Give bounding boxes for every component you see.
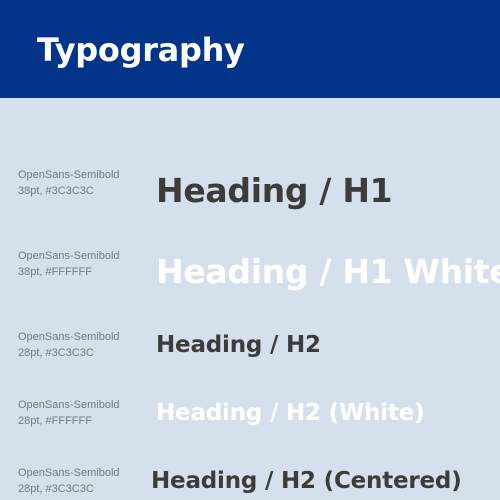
heading-h2-white-sample: Heading / H2 (White) (156, 400, 425, 426)
type-spec-font: OpenSans-Semibold (18, 250, 120, 262)
type-spec-font: OpenSans-Semibold (18, 331, 120, 343)
type-spec-font: OpenSans-Semibold (18, 467, 120, 479)
type-spec-h2: OpenSans-Semibold 28pt, #3C3C3C (18, 329, 120, 361)
type-spec-detail: 38pt, #3C3C3C (18, 185, 94, 197)
type-spec-h2-white: OpenSans-Semibold 28pt, #FFFFFF (18, 397, 120, 429)
type-spec-font: OpenSans-Semibold (18, 169, 120, 181)
heading-h1-sample: Heading / H1 (156, 171, 393, 210)
type-spec-h1-white: OpenSans-Semibold 38pt, #FFFFFF (18, 248, 120, 280)
type-spec-detail: 28pt, #FFFFFF (18, 415, 92, 427)
type-spec-font: OpenSans-Semibold (18, 399, 120, 411)
type-spec-detail: 38pt, #FFFFFF (18, 266, 92, 278)
heading-h2-centered-sample: Heading / H2 (Centered) (151, 468, 462, 494)
type-spec-h1: OpenSans-Semibold 38pt, #3C3C3C (18, 167, 120, 199)
page-title: Typography (37, 31, 245, 69)
type-spec-detail: 28pt, #3C3C3C (18, 483, 94, 495)
type-spec-detail: 28pt, #3C3C3C (18, 347, 94, 359)
heading-h1-white-sample: Heading / H1 White (156, 252, 500, 291)
type-spec-h2-centered: OpenSans-Semibold 28pt, #3C3C3C (18, 465, 120, 497)
heading-h2-sample: Heading / H2 (156, 332, 321, 358)
page-header: Typography (0, 0, 500, 98)
